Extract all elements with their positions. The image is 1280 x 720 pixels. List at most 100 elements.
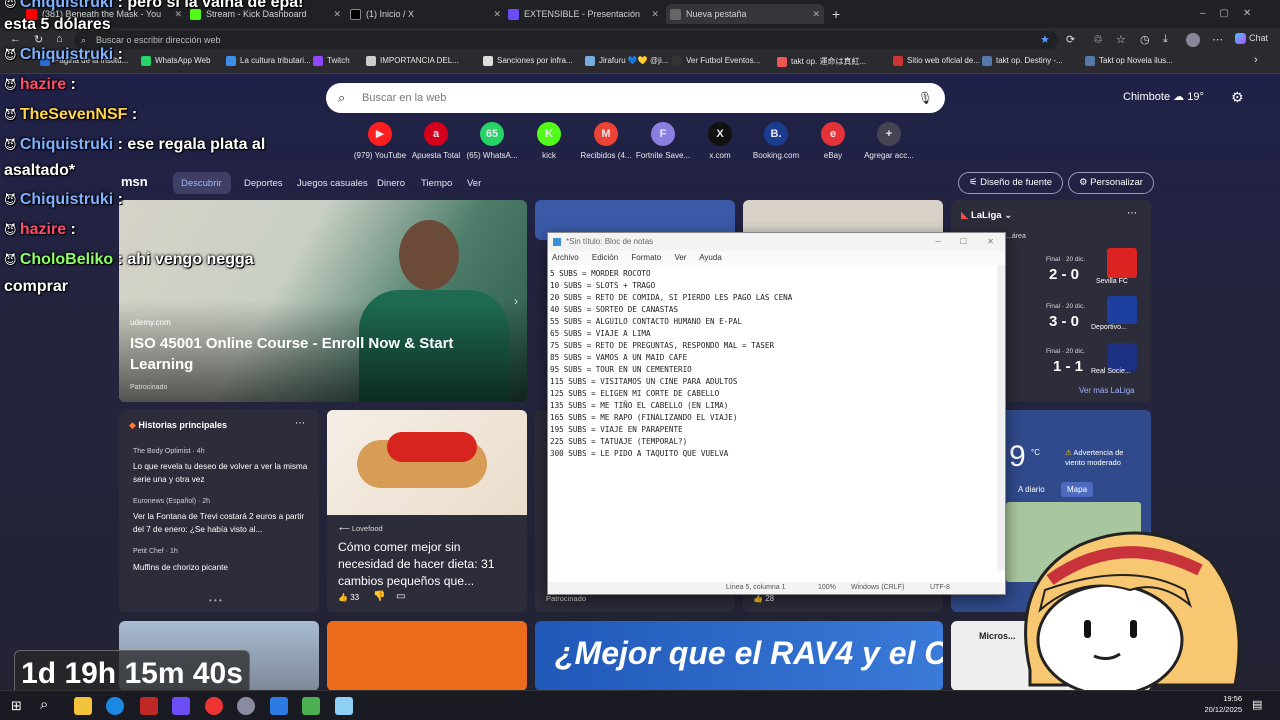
weather-widget[interactable]: Chimbote ☁ 19°	[1123, 90, 1204, 103]
bookmark-item[interactable]: takt op. Destiny -...	[982, 56, 1063, 66]
more-options-icon[interactable]: ⋯	[295, 418, 305, 429]
story-title[interactable]: Muffins de chorizo picante	[133, 562, 311, 575]
notepad-text-area[interactable]: 5 SUBS = MORDER ROCOTO 10 SUBS = SLOTS + …	[548, 265, 1005, 575]
rav4-ad[interactable]: ¿Mejor que el RAV4 y el CR-V?	[535, 621, 943, 691]
settings-icon[interactable]: ♲	[1093, 33, 1103, 46]
notification-icon[interactable]: ▤	[1252, 698, 1262, 711]
tab-nueva-pestana[interactable]: Nueva pestaña ✕	[666, 4, 824, 24]
food-title[interactable]: Cómo comer mejor sin necesidad de hacer …	[338, 539, 518, 590]
app-icon[interactable]	[237, 697, 255, 715]
close-icon[interactable]: ✕	[812, 4, 820, 24]
story-title[interactable]: Lo que revela tu deseo de volver a ver l…	[133, 461, 311, 486]
home-icon[interactable]: ⌂	[56, 33, 63, 45]
history-icon[interactable]: ◷	[1140, 33, 1150, 46]
chat-badge-icon: 😈	[4, 108, 20, 122]
menu-formato[interactable]: Formato	[631, 253, 661, 262]
obs-icon[interactable]	[205, 697, 223, 715]
food-card[interactable]: ⟵ Lovefood Cómo comer mejor sin necesida…	[327, 410, 527, 612]
scrollbar[interactable]	[997, 265, 1005, 571]
window-controls[interactable]: ‒▢✕	[1200, 4, 1270, 24]
hero-card[interactable]: udemy.com ISO 45001 Online Course - Enro…	[119, 200, 527, 402]
quicklink-tile[interactable]: + Agregar acc...	[854, 122, 924, 160]
avatar[interactable]	[1186, 33, 1200, 47]
notepad-taskbar-icon[interactable]	[335, 697, 353, 715]
extensions-icon[interactable]: ⟳	[1066, 33, 1075, 46]
menu-archivo[interactable]: Archivo	[552, 253, 579, 262]
app-icon[interactable]	[302, 697, 320, 715]
like-button[interactable]: 👍 33	[338, 593, 359, 602]
wind-alert[interactable]: ⚠ Advertencia de viento moderado	[1065, 448, 1140, 468]
close-icon[interactable]: ✕	[333, 4, 341, 24]
search-icon[interactable]: ⌕	[40, 696, 48, 713]
web-search-input[interactable]: ⌕ Buscar en la web 🎙	[326, 83, 945, 113]
notepad-titlebar[interactable]: *Sin título: Bloc de notas ─ ☐ ✕	[548, 233, 1005, 251]
close-icon[interactable]: ✕	[987, 233, 994, 251]
more-options-icon[interactable]: ⋯	[1127, 208, 1137, 219]
tab-ver[interactable]: Ver	[467, 178, 481, 189]
msn-logo[interactable]: msn	[121, 174, 148, 189]
bookmark-item[interactable]: takt op. 運命は真紅...	[777, 56, 866, 67]
notepad-line: 55 SUBS = ALGUILO CONTACTO HUMANO EN E-P…	[550, 317, 743, 326]
bookmark-item[interactable]: IMPORTANCIA DEL...	[366, 56, 459, 66]
windows-start-icon[interactable]: ⊞	[11, 698, 22, 714]
reload-icon[interactable]: ↻	[34, 33, 43, 46]
close-icon[interactable]: ✕	[651, 4, 659, 24]
download-icon[interactable]: ⤓	[1163, 33, 1168, 46]
chevron-right-icon[interactable]: ›	[514, 294, 518, 308]
maximize-icon[interactable]: ☐	[960, 233, 967, 251]
file-explorer-icon[interactable]	[74, 697, 92, 715]
personalize-button[interactable]: ⚙ Personalizar	[1068, 172, 1154, 194]
dislike-icon[interactable]: 👎	[373, 591, 385, 602]
tab-dinero[interactable]: Dinero	[377, 178, 405, 189]
minimize-icon[interactable]: ─	[935, 233, 941, 251]
system-clock[interactable]: 19:56 20/12/2025	[1190, 693, 1242, 715]
pagination-dots[interactable]: • • •	[209, 596, 222, 605]
chevron-right-icon[interactable]: ›	[1254, 54, 1258, 66]
tab-presentacion[interactable]: EXTENSIBLE - Presentación ✕	[508, 4, 663, 24]
bcp-ad[interactable]	[327, 621, 527, 691]
microphone-icon[interactable]: 🎙	[918, 83, 933, 113]
back-icon[interactable]: ←	[10, 33, 21, 45]
menu-edicion[interactable]: Edición	[592, 253, 618, 262]
tab-deportes[interactable]: Deportes	[244, 178, 283, 189]
match-score[interactable]: 2 - 0	[1049, 266, 1079, 283]
tab-descubrir[interactable]: Descubrir	[181, 178, 222, 189]
app-icon[interactable]	[140, 697, 158, 715]
notepad-window[interactable]: *Sin título: Bloc de notas ─ ☐ ✕ Archivo…	[547, 232, 1006, 595]
bookmark-item[interactable]: Jirafuru 💙💛 @ji...	[585, 56, 668, 66]
favorites-icon[interactable]: ☆	[1116, 33, 1126, 46]
bookmark-item[interactable]: Sanciones por infra...	[483, 56, 573, 66]
menu-ayuda[interactable]: Ayuda	[699, 253, 722, 262]
new-tab-button[interactable]: +	[832, 4, 846, 24]
bookmark-item[interactable]: La cultura tributari...	[226, 56, 311, 66]
story-title[interactable]: Ver la Fontana de Trevi costará 2 euros …	[133, 511, 311, 536]
address-input[interactable]: ⌕ Buscar o escribir dirección web	[74, 31, 1058, 49]
wx-daily-tab[interactable]: A diario	[1018, 485, 1045, 494]
top-stories-title: ◆ Historias principales	[129, 420, 227, 430]
bookmark-item[interactable]: Ver Futbol Eventos...	[672, 56, 760, 66]
gear-icon[interactable]: ⚙	[1231, 89, 1244, 106]
match-score[interactable]: 3 - 0	[1049, 313, 1079, 330]
app-icon[interactable]	[270, 697, 288, 715]
app-icon[interactable]	[172, 697, 190, 715]
bookmark-item[interactable]: WhatsApp Web	[141, 56, 210, 66]
wx-map-tab[interactable]: Mapa	[1061, 482, 1094, 497]
bookmark-item[interactable]: Twitch	[313, 56, 350, 66]
laliga-more-link[interactable]: Ver más LaLiga	[1079, 386, 1135, 395]
edge-icon[interactable]	[106, 697, 124, 715]
close-icon[interactable]: ✕	[493, 4, 501, 24]
like-button[interactable]: 👍 28	[753, 594, 774, 603]
match-score[interactable]: 1 - 1	[1053, 358, 1083, 375]
favorite-star-icon[interactable]: ★	[1040, 33, 1050, 46]
tab-juegos[interactable]: Juegos casuales	[297, 178, 368, 189]
tab-x[interactable]: (1) Inicio / X ✕	[350, 4, 505, 24]
bookmark-item[interactable]: Takt op Novela ilus...	[1085, 56, 1173, 66]
hero-title[interactable]: ISO 45001 Online Course - Enroll Now & S…	[130, 333, 470, 375]
more-icon[interactable]: ⋯	[1212, 33, 1223, 46]
menu-ver[interactable]: Ver	[674, 253, 686, 262]
comment-icon[interactable]: ▭	[396, 591, 405, 602]
chat-button[interactable]: Chat	[1235, 33, 1268, 45]
font-design-button[interactable]: ⚟ Diseño de fuente	[958, 172, 1063, 194]
tab-tiempo[interactable]: Tiempo	[421, 178, 452, 189]
bookmark-item[interactable]: Sitio web oficial de...	[893, 56, 980, 66]
